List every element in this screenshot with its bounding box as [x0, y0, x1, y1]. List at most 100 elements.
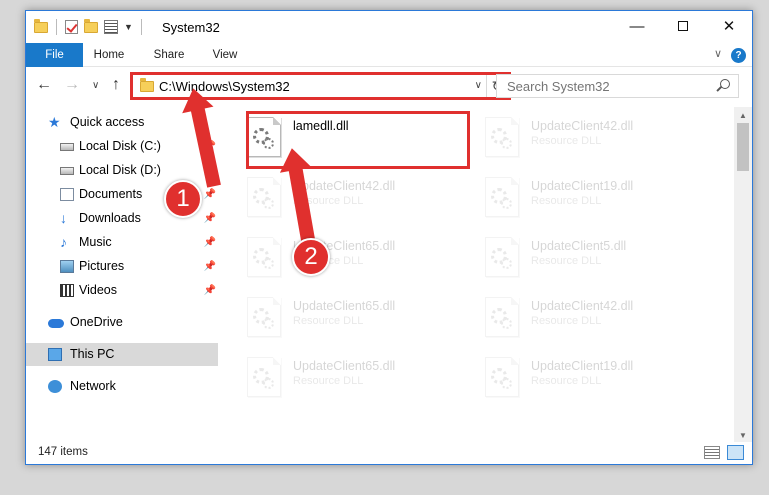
sidebar-item-music[interactable]: ♪ Music 📌: [26, 231, 218, 254]
item-count: 147 items: [38, 446, 88, 458]
file-name: UpdateClient42.dll: [293, 179, 396, 193]
sidebar-item-videos[interactable]: Videos 📌: [26, 279, 218, 302]
sidebar-item-label: Videos: [79, 283, 117, 297]
search-icon[interactable]: [720, 79, 730, 89]
file-name: UpdateClient19.dll: [531, 359, 634, 373]
file-tile[interactable]: UpdateClient42.dll Resource DLL: [219, 171, 449, 223]
sidebar-item-label: Local Disk (D:): [79, 163, 161, 177]
file-tile[interactable]: UpdateClient65.dll Resource DLL: [219, 351, 449, 403]
sidebar-item-label: Network: [70, 379, 116, 393]
pc-icon: [48, 348, 62, 361]
sidebar-item-label: Music: [79, 235, 112, 249]
dll-file-icon: [485, 117, 519, 157]
sidebar-item-label: OneDrive: [70, 315, 123, 329]
help-icon[interactable]: ?: [731, 48, 746, 63]
file-type: Resource DLL: [531, 135, 602, 147]
step-2-badge: 2: [292, 238, 330, 276]
recent-locations-dropdown-icon[interactable]: ∨: [92, 80, 99, 91]
dll-file-icon: [247, 177, 281, 217]
pin-icon[interactable]: 📌: [204, 231, 216, 254]
star-icon: ★: [48, 114, 61, 130]
dll-file-icon: [247, 297, 281, 337]
separator: [140, 19, 142, 35]
documents-icon: [60, 188, 74, 201]
file-tile[interactable]: UpdateClient65.dll Resource DLL: [219, 291, 449, 343]
sidebar-item-label: Quick access: [70, 115, 145, 129]
file-type: Resource DLL: [531, 255, 602, 267]
sidebar-item-label: Pictures: [79, 259, 125, 273]
sidebar-item-this-pc[interactable]: This PC: [26, 343, 218, 366]
expand-ribbon-chevron-icon[interactable]: ∨: [714, 47, 722, 60]
sidebar-item-local-disk-d[interactable]: Local Disk (D:) 📌: [26, 159, 218, 182]
sidebar-item-quick-access[interactable]: ★ Quick access: [26, 111, 218, 134]
large-icons-view-icon[interactable]: [727, 445, 744, 460]
dll-file-icon: [485, 237, 519, 277]
title-bar: ▼ System32 — ✕: [26, 11, 752, 43]
search-input[interactable]: [497, 75, 712, 97]
tab-home[interactable]: Home: [86, 43, 132, 67]
vertical-scrollbar[interactable]: ▲ ▼: [734, 107, 752, 442]
maximize-button[interactable]: [660, 11, 706, 41]
file-type: Resource DLL: [293, 375, 364, 387]
up-arrow-icon[interactable]: ↑: [112, 76, 120, 94]
sidebar-item-local-disk-c[interactable]: Local Disk (C:) 📌: [26, 135, 218, 158]
drive-icon: [60, 167, 74, 175]
file-tile[interactable]: UpdateClient19.dll Resource DLL: [457, 171, 687, 223]
ribbon: File Home Share View ∨ ?: [26, 43, 752, 67]
dll-file-icon: [247, 357, 281, 397]
sidebar-item-label: Downloads: [79, 211, 141, 225]
file-name: UpdateClient19.dll: [531, 179, 634, 193]
dll-file-icon: [485, 177, 519, 217]
scroll-down-icon[interactable]: ▼: [739, 431, 747, 440]
file-tile[interactable]: UpdateClient42.dll Resource DLL: [457, 111, 687, 163]
sidebar-item-pictures[interactable]: Pictures 📌: [26, 255, 218, 278]
file-name: UpdateClient42.dll: [531, 299, 634, 313]
sidebar-item-label: Local Disk (C:): [79, 139, 161, 153]
file-tile[interactable]: UpdateClient19.dll Resource DLL: [457, 351, 687, 403]
file-type: Resource DLL: [531, 375, 602, 387]
file-name: UpdateClient65.dll: [293, 299, 396, 313]
sidebar-item-network[interactable]: Network: [26, 375, 218, 398]
back-arrow-icon[interactable]: ←: [36, 76, 52, 94]
sidebar-item-onedrive[interactable]: OneDrive: [26, 311, 218, 334]
close-button[interactable]: ✕: [706, 11, 752, 41]
pin-icon[interactable]: 📌: [204, 207, 216, 230]
downloads-icon: ↓: [60, 210, 67, 226]
forward-arrow-icon[interactable]: →: [64, 76, 80, 94]
pictures-icon: [60, 260, 74, 273]
maximize-icon: [678, 21, 688, 31]
quick-access-toolbar: ▼: [34, 18, 144, 35]
sidebar-item-label: This PC: [70, 347, 115, 361]
pin-icon[interactable]: 📌: [204, 279, 216, 302]
details-view-icon[interactable]: [704, 446, 720, 459]
sidebar-item-label: Documents: [79, 187, 143, 201]
file-tile[interactable]: UpdateClient42.dll Resource DLL: [457, 291, 687, 343]
file-name: UpdateClient42.dll: [531, 119, 634, 133]
dll-file-icon: [485, 297, 519, 337]
search-box[interactable]: [496, 74, 739, 98]
customize-toolbar-dropdown-icon[interactable]: ▼: [124, 22, 133, 32]
network-icon: [48, 380, 62, 393]
tab-view[interactable]: View: [202, 43, 248, 67]
scrollbar-thumb[interactable]: [737, 123, 749, 171]
tab-file[interactable]: File: [26, 43, 83, 67]
pin-icon[interactable]: 📌: [204, 255, 216, 278]
file-explorer-window: ▼ System32 — ✕ File Home Share View ∨ ? …: [25, 10, 753, 465]
minimize-button[interactable]: —: [614, 11, 660, 41]
file-name: UpdateClient65.dll: [293, 359, 396, 373]
separator: [56, 19, 57, 35]
file-type: Resource DLL: [531, 315, 602, 327]
music-icon: ♪: [60, 234, 67, 250]
tab-share[interactable]: Share: [146, 43, 192, 67]
folder-icon[interactable]: [34, 18, 48, 33]
step-1-badge: 1: [164, 180, 202, 218]
file-tile[interactable]: UpdateClient65.dll Resource DLL: [219, 231, 449, 283]
navigation-pane: ★ Quick access Local Disk (C:) 📌 Local D…: [26, 107, 218, 442]
properties-check-icon[interactable]: [65, 20, 78, 34]
window-title: System32: [162, 20, 220, 35]
file-tile[interactable]: UpdateClient5.dll Resource DLL: [457, 231, 687, 283]
new-folder-icon[interactable]: [84, 18, 98, 33]
properties-icon[interactable]: [104, 20, 118, 34]
onedrive-icon: [48, 319, 64, 328]
scroll-up-icon[interactable]: ▲: [739, 111, 747, 120]
